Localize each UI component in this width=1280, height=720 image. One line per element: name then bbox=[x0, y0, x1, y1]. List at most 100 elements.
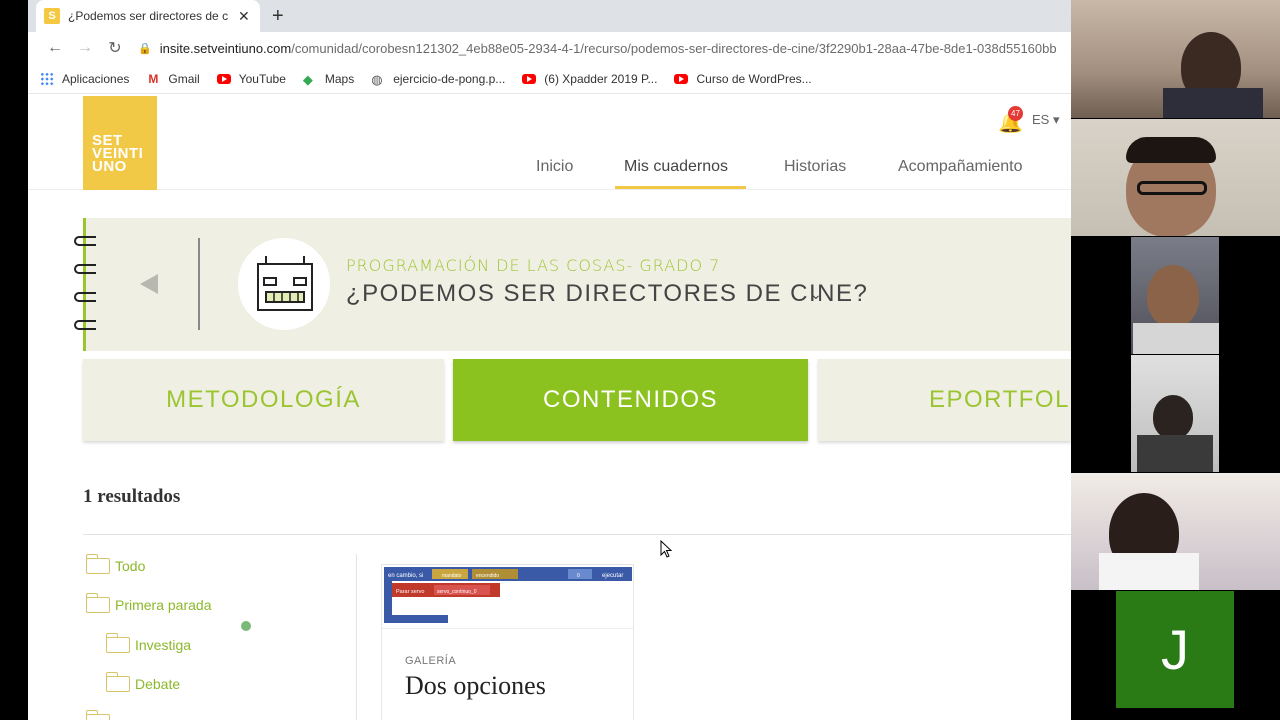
notebook-banner: PROGRAMACIÓN DE LAS COSAS- GRADO 7 ¿PODE… bbox=[74, 218, 1071, 351]
bookmark-youtube[interactable]: YouTube bbox=[216, 71, 286, 86]
thumb-block-text: encendido bbox=[476, 573, 499, 579]
folder-icon bbox=[85, 593, 110, 613]
youtube-icon bbox=[216, 73, 231, 84]
tab-eportfolio[interactable]: EPORTFOLIO bbox=[818, 359, 1071, 441]
site-page: SET VEINTI UNO 🔔 47 ES ▾ Inicio Mis cuad… bbox=[28, 96, 1071, 720]
chevron-down-icon[interactable]: ⌄ bbox=[810, 286, 822, 303]
tab-metodologia[interactable]: METODOLOGÍA bbox=[83, 359, 444, 441]
folder-todo[interactable]: Todo bbox=[85, 554, 145, 574]
thumb-block-text: en cambio, si bbox=[388, 573, 423, 579]
results-count: 1 resultados bbox=[83, 486, 181, 507]
spiral-ring bbox=[74, 264, 96, 274]
bookmark-label: (6) Xpadder 2019 P... bbox=[544, 71, 658, 86]
language-selector[interactable]: ES ▾ bbox=[1032, 112, 1059, 128]
participant-hair bbox=[1126, 137, 1216, 163]
bookmark-apps[interactable]: Aplicaciones bbox=[40, 71, 130, 86]
participant-silhouette bbox=[1147, 265, 1199, 327]
folder-label: Primera parada bbox=[115, 597, 212, 613]
site-header: SET VEINTI UNO 🔔 47 ES ▾ Inicio Mis cuad… bbox=[28, 96, 1071, 190]
bookmark-label: YouTube bbox=[238, 71, 286, 86]
participant-initial: J bbox=[1161, 618, 1189, 681]
back-arrow-icon[interactable]: ← bbox=[40, 39, 70, 57]
url-path: /comunidad/corobesn121302_4eb88e05-2934-… bbox=[291, 40, 1057, 56]
folder-primera-parada[interactable]: Primera parada bbox=[85, 593, 212, 613]
participant-video-5[interactable] bbox=[1071, 473, 1280, 590]
folder-investiga[interactable]: Investiga bbox=[105, 633, 192, 653]
notebook-subject: PROGRAMACIÓN DE LAS COSAS- GRADO 7 bbox=[346, 256, 721, 275]
spiral-ring bbox=[74, 292, 96, 302]
video-call-panel: J bbox=[1071, 0, 1280, 720]
folder-icon bbox=[85, 554, 110, 574]
bookmark-maps[interactable]: ◆ Maps bbox=[302, 71, 355, 87]
site-favicon-icon: S bbox=[44, 8, 60, 24]
bookmark-xpadder[interactable]: (6) Xpadder 2019 P... bbox=[522, 72, 657, 86]
robot-icon bbox=[238, 238, 330, 330]
participant-video-2[interactable] bbox=[1071, 119, 1280, 236]
card-title[interactable]: Dos opciones bbox=[405, 671, 546, 701]
participant-video-3[interactable] bbox=[1131, 237, 1219, 354]
bookmark-label: Aplicaciones bbox=[62, 71, 130, 86]
maps-icon: ◆ bbox=[302, 71, 313, 87]
nav-historias[interactable]: Historias bbox=[784, 158, 846, 176]
address-bar[interactable]: 🔒 insite.setveintiuno.com/comunidad/coro… bbox=[130, 34, 1071, 62]
apps-grid-icon bbox=[40, 71, 54, 86]
back-triangle-icon[interactable] bbox=[140, 274, 158, 294]
participant-body bbox=[1099, 553, 1199, 590]
bookmark-label: Gmail bbox=[168, 71, 200, 86]
status-dot bbox=[241, 621, 251, 631]
tab-bar: S ¿Podemos ser directores de cine ✕ + bbox=[28, 0, 1071, 32]
lock-icon: 🔒 bbox=[138, 42, 152, 55]
bookmark-label: Curso de WordPres... bbox=[696, 71, 812, 86]
bookmark-wordpress[interactable]: Curso de WordPres... bbox=[674, 71, 812, 86]
folder-label: Investiga bbox=[135, 637, 192, 653]
spiral-ring bbox=[74, 320, 96, 330]
bookmark-label: ejercicio-de-pong.p... bbox=[393, 71, 506, 86]
participant-video-4[interactable] bbox=[1131, 355, 1219, 472]
nav-inicio[interactable]: Inicio bbox=[536, 158, 573, 176]
site-logo[interactable]: SET VEINTI UNO bbox=[83, 96, 157, 190]
gmail-icon: M bbox=[148, 71, 159, 86]
notebook-title[interactable]: ¿PODEMOS SER DIRECTORES DE CINE? bbox=[346, 280, 868, 308]
thumb-block-text: servo_continuo_0 bbox=[437, 589, 477, 595]
folder-debate[interactable]: Debate bbox=[105, 672, 180, 692]
thumb-block-text: ejecutar bbox=[602, 573, 623, 579]
bookmark-label: Maps bbox=[324, 71, 355, 86]
bookmark-gmail[interactable]: M Gmail bbox=[146, 72, 199, 86]
participant-avatar-tile[interactable]: J bbox=[1116, 591, 1234, 708]
column-divider bbox=[356, 554, 357, 720]
participant-body bbox=[1133, 323, 1219, 354]
folder-icon bbox=[105, 672, 130, 692]
participant-body bbox=[1137, 435, 1213, 472]
youtube-icon bbox=[522, 73, 537, 84]
screen-left-border bbox=[0, 0, 28, 720]
forward-arrow-icon[interactable]: → bbox=[70, 39, 100, 57]
url-host: insite.setveintiuno.com bbox=[159, 40, 292, 56]
thumb-block-text: 0 bbox=[577, 573, 580, 579]
results-divider bbox=[83, 534, 1071, 535]
nav-mis-cuadernos[interactable]: Mis cuadernos bbox=[624, 158, 728, 176]
tab-title: ¿Podemos ser directores de cine bbox=[68, 9, 228, 23]
browser-window: S ¿Podemos ser directores de cine ✕ + ← … bbox=[28, 0, 1071, 720]
browser-toolbar: ← → ↻ 🔒 insite.setveintiuno.com/comunida… bbox=[28, 32, 1071, 64]
youtube-icon bbox=[674, 73, 689, 84]
spiral-ring bbox=[74, 236, 96, 246]
close-tab-icon[interactable]: ✕ bbox=[238, 8, 250, 25]
mouse-cursor-icon bbox=[660, 540, 673, 558]
reload-icon[interactable]: ↻ bbox=[100, 38, 130, 58]
folder-next[interactable] bbox=[85, 710, 115, 720]
resource-card[interactable]: en cambio, si mandato encendido 0 ejecut… bbox=[381, 564, 634, 720]
tab-contenidos[interactable]: CONTENIDOS bbox=[453, 359, 808, 441]
glasses-icon bbox=[1137, 181, 1207, 195]
card-tag: GALERÍA bbox=[405, 655, 457, 667]
folder-icon bbox=[105, 633, 130, 653]
participant-video-1[interactable] bbox=[1071, 0, 1280, 118]
banner-divider bbox=[198, 238, 200, 330]
card-thumbnail: en cambio, si mandato encendido 0 ejecut… bbox=[382, 565, 633, 629]
browser-tab[interactable]: S ¿Podemos ser directores de cine ✕ bbox=[36, 0, 260, 32]
folder-icon bbox=[85, 710, 110, 720]
nav-acompanamiento[interactable]: Acompañamiento bbox=[898, 158, 1023, 176]
notification-badge: 47 bbox=[1008, 106, 1023, 121]
bookmark-pong[interactable]: ◍ ejercicio-de-pong.p... bbox=[371, 71, 506, 87]
globe-icon: ◍ bbox=[371, 71, 383, 87]
new-tab-icon[interactable]: + bbox=[272, 5, 284, 28]
